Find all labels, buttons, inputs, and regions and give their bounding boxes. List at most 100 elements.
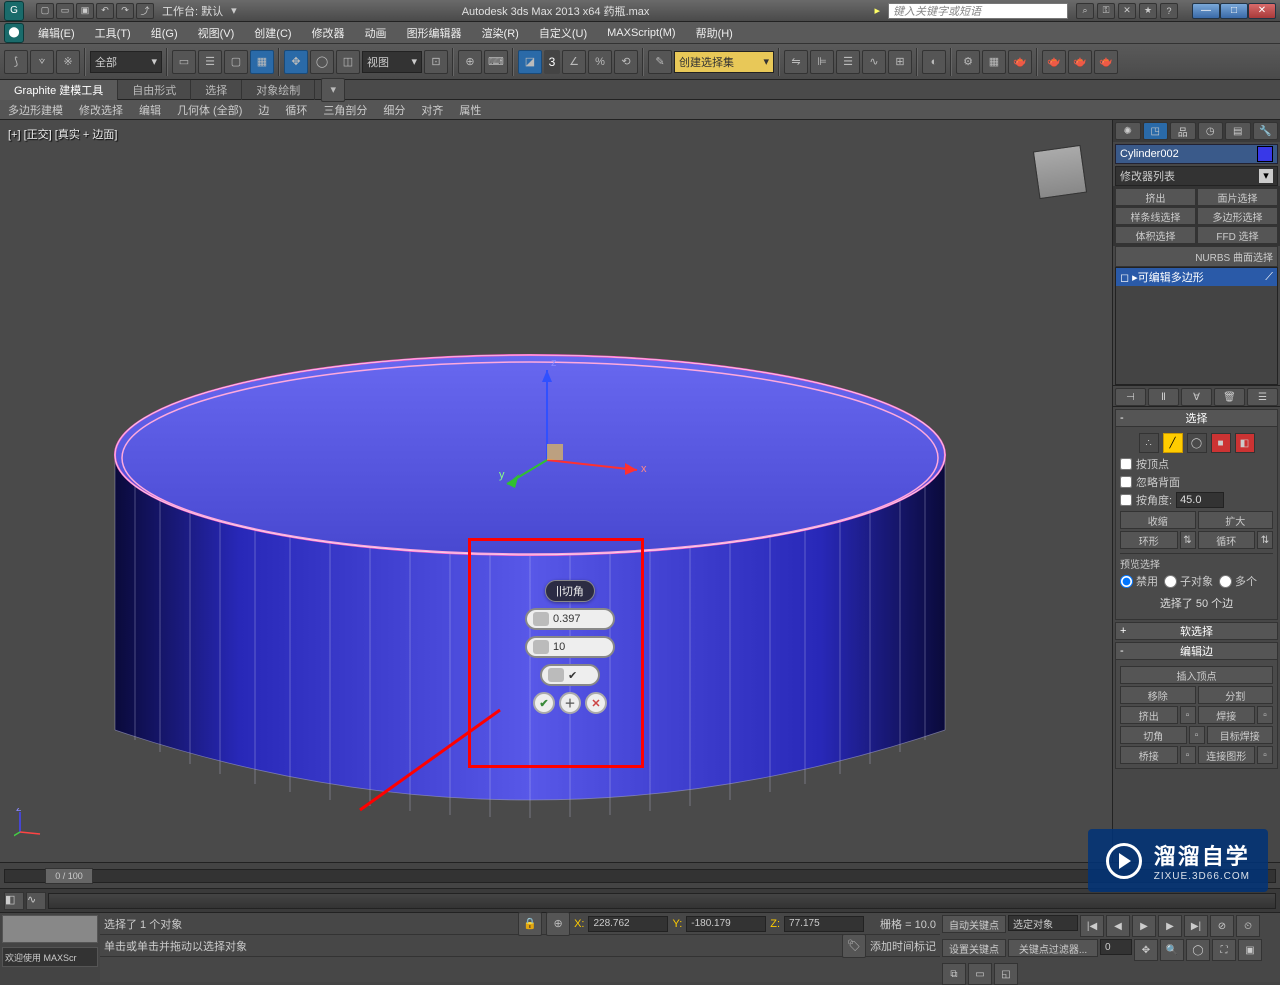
trackbar-curve-icon[interactable]: ∿ xyxy=(26,892,46,910)
render-iter-icon[interactable]: 🫖 xyxy=(1068,50,1092,74)
prev-frame-icon[interactable]: ◀ xyxy=(1106,915,1130,937)
tab-modify-icon[interactable]: ◳ xyxy=(1143,122,1169,140)
tab-utilities-icon[interactable]: 🔧 xyxy=(1253,122,1279,140)
unlink-icon[interactable]: ⟇ xyxy=(30,50,54,74)
mod-btn-extrude[interactable]: 挤出 xyxy=(1115,188,1196,206)
subobj-border-icon[interactable]: ◯ xyxy=(1187,433,1207,453)
mod-btn-poly[interactable]: 多边形选择 xyxy=(1197,207,1278,225)
sub-align[interactable]: 对齐 xyxy=(413,100,451,120)
close-button[interactable]: ✕ xyxy=(1248,3,1276,19)
link-icon[interactable]: ⤴ xyxy=(136,3,154,19)
search-icon[interactable]: ⌕ xyxy=(1076,3,1094,19)
render-setup-icon[interactable]: ⚙ xyxy=(956,50,980,74)
next-frame-icon[interactable]: ▶ xyxy=(1158,915,1182,937)
object-name-field[interactable]: Cylinder002 xyxy=(1115,144,1278,164)
nurbs-button[interactable]: NURBS 曲面选择 xyxy=(1115,246,1278,267)
time-thumb[interactable]: 0 / 100 xyxy=(45,868,93,884)
time-slider[interactable]: 0 / 100 xyxy=(4,869,1276,883)
align-icon[interactable]: ⊫ xyxy=(810,50,834,74)
grow-button[interactable]: 扩大 xyxy=(1198,511,1274,529)
sub-props[interactable]: 属性 xyxy=(451,100,489,120)
select-rect-icon[interactable]: ▢ xyxy=(224,50,248,74)
keyboard-shortcut-icon[interactable]: ⌨ xyxy=(484,50,508,74)
loop-button[interactable]: 循环 xyxy=(1198,531,1256,549)
menu-rendering[interactable]: 渲染(R) xyxy=(472,23,529,43)
sub-subdiv[interactable]: 细分 xyxy=(375,100,413,120)
coord-z[interactable]: 77.175 xyxy=(784,916,864,932)
ring-button[interactable]: 环形 xyxy=(1120,531,1178,549)
snap-3-icon[interactable]: 3 xyxy=(544,50,560,74)
workspace-dropdown-icon[interactable]: ▾ xyxy=(231,4,237,17)
coord-x[interactable]: 228.762 xyxy=(588,916,668,932)
sub-edit[interactable]: 编辑 xyxy=(131,100,169,120)
menu-edit[interactable]: 编辑(E) xyxy=(28,23,85,43)
time-tag-label[interactable]: 添加时间标记 xyxy=(870,938,936,954)
favorite-icon[interactable]: ★ xyxy=(1139,3,1157,19)
trackbar-ruler[interactable] xyxy=(48,893,1276,909)
minimize-button[interactable]: — xyxy=(1192,3,1220,19)
trackbar-toggle-icon[interactable]: ◧ xyxy=(4,892,24,910)
percent-snap-icon[interactable]: % xyxy=(588,50,612,74)
redo-icon[interactable]: ↷ xyxy=(116,3,134,19)
selection-filter-dropdown[interactable]: 全部▾ xyxy=(90,51,162,73)
coord-y[interactable]: -180.179 xyxy=(686,916,766,932)
menu-group[interactable]: 组(G) xyxy=(141,23,188,43)
subobj-edge-icon[interactable]: ╱ xyxy=(1163,433,1183,453)
render-active-icon[interactable]: 🫖 xyxy=(1094,50,1118,74)
undo-icon[interactable]: ↶ xyxy=(96,3,114,19)
help-icon[interactable]: ? xyxy=(1160,3,1178,19)
insert-vertex-button[interactable]: 插入顶点 xyxy=(1120,666,1273,684)
maximize-button[interactable]: □ xyxy=(1220,3,1248,19)
mod-btn-vol[interactable]: 体积选择 xyxy=(1115,226,1196,244)
nav-zoom-icon[interactable]: 🔍 xyxy=(1160,939,1184,961)
configure-icon[interactable]: ☰ xyxy=(1247,388,1278,406)
sub-polymodel[interactable]: 多边形建模 xyxy=(0,100,71,120)
mirror-icon[interactable]: ⇋ xyxy=(784,50,808,74)
pivot-icon[interactable]: ⊡ xyxy=(424,50,448,74)
subobj-polygon-icon[interactable]: ■ xyxy=(1211,433,1231,453)
render-icon[interactable]: 🫖 xyxy=(1008,50,1032,74)
split-button[interactable]: 分割 xyxy=(1198,686,1274,704)
loop-spinner[interactable]: ⇅ xyxy=(1257,531,1273,549)
lock-selection-icon[interactable]: 🔒 xyxy=(518,912,542,936)
select-name-icon[interactable]: ☰ xyxy=(198,50,222,74)
nav-zoom-ext-icon[interactable]: ▣ xyxy=(1238,939,1262,961)
object-color-swatch[interactable] xyxy=(1257,146,1273,162)
nav-pan-icon[interactable]: ✥ xyxy=(1134,939,1158,961)
sub-tri[interactable]: 三角剖分 xyxy=(315,100,375,120)
abs-rel-icon[interactable]: ⊕ xyxy=(546,912,570,936)
preview-multi-radio[interactable]: 多个 xyxy=(1219,573,1257,589)
menu-tools[interactable]: 工具(T) xyxy=(85,23,141,43)
sub-edge[interactable]: 边 xyxy=(250,100,277,120)
goto-end-icon[interactable]: ▶| xyxy=(1184,915,1208,937)
sub-geom[interactable]: 几何体 (全部) xyxy=(169,100,250,120)
by-angle-checkbox[interactable] xyxy=(1120,494,1132,506)
snap-toggle-icon[interactable]: ◪ xyxy=(518,50,542,74)
ignore-back-checkbox[interactable] xyxy=(1120,476,1132,488)
ribbon-tab-paint[interactable]: 对象绘制 xyxy=(242,80,315,100)
maxscript-mini[interactable] xyxy=(2,915,98,943)
new-icon[interactable]: ▢ xyxy=(36,3,54,19)
extrude-settings[interactable]: ▫ xyxy=(1180,706,1196,724)
show-end-icon[interactable]: Ⅱ xyxy=(1148,388,1179,406)
set-key-button[interactable]: 设置关键点 xyxy=(942,939,1006,957)
menu-views[interactable]: 视图(V) xyxy=(188,23,245,43)
menu-graph-editors[interactable]: 图形编辑器 xyxy=(397,23,472,43)
sel-lock-drop[interactable]: 选定对象 xyxy=(1008,915,1078,931)
chamfer-settings[interactable]: ▫ xyxy=(1189,726,1205,744)
frame-input[interactable]: 0 xyxy=(1100,939,1132,955)
menu-modifiers[interactable]: 修改器 xyxy=(302,23,355,43)
key-filters-button[interactable]: 关键点过滤器... xyxy=(1008,939,1098,957)
mod-btn-patch[interactable]: 面片选择 xyxy=(1197,188,1278,206)
rotate-icon[interactable]: ◯ xyxy=(310,50,334,74)
subscription-icon[interactable]: ⚿ xyxy=(1097,3,1115,19)
subobj-element-icon[interactable]: ◧ xyxy=(1235,433,1255,453)
tab-motion-icon[interactable]: ◷ xyxy=(1198,122,1224,140)
goto-start-icon[interactable]: |◀ xyxy=(1080,915,1104,937)
menu-help[interactable]: 帮助(H) xyxy=(686,23,743,43)
tab-create-icon[interactable]: ✺ xyxy=(1115,122,1141,140)
tab-hierarchy-icon[interactable]: 品 xyxy=(1170,122,1196,140)
tab-display-icon[interactable]: ▤ xyxy=(1225,122,1251,140)
unique-icon[interactable]: ∀ xyxy=(1181,388,1212,406)
angle-snap-icon[interactable]: ∠ xyxy=(562,50,586,74)
